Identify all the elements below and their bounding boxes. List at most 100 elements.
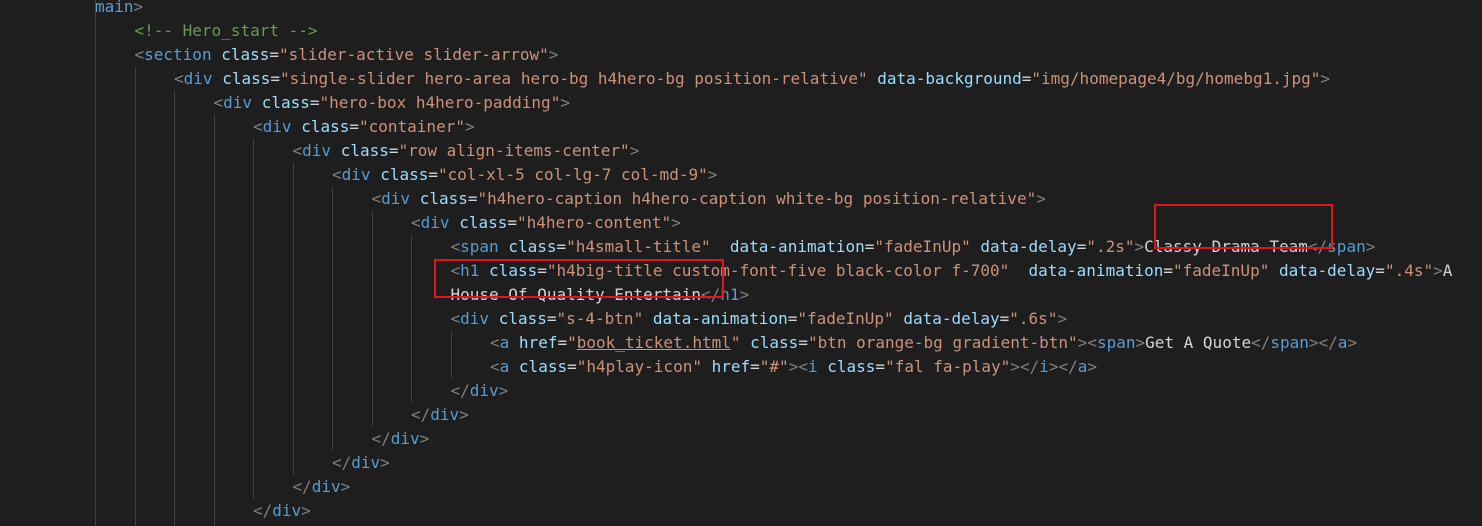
code-token: < xyxy=(253,117,263,136)
code-token: </ xyxy=(1251,333,1271,352)
code-token: a xyxy=(499,333,510,352)
highlight-box-big-title xyxy=(434,259,724,298)
code-token: > xyxy=(498,381,509,400)
code-line[interactable]: <div class="h4hero-caption h4hero-captio… xyxy=(372,187,1046,211)
code-token: <!-- Hero_start --> xyxy=(134,21,318,40)
code-token: data-animation xyxy=(652,309,788,328)
indent-guide xyxy=(332,187,333,451)
indent-guide xyxy=(134,67,136,526)
code-token: > xyxy=(301,501,311,520)
code-token: = xyxy=(999,309,1010,328)
code-line[interactable]: <a href="book_ticket.html" class="btn or… xyxy=(490,331,1357,355)
code-token: </ xyxy=(1019,357,1040,376)
code-token: > xyxy=(133,0,144,16)
code-line[interactable]: <!-- Hero_start --> xyxy=(135,19,318,43)
code-token: > xyxy=(1433,261,1443,280)
code-token: = xyxy=(467,189,478,208)
code-token: = xyxy=(750,357,760,376)
code-token: < xyxy=(490,357,500,376)
code-token: "slider-active slider-arrow" xyxy=(279,45,549,64)
code-editor[interactable]: main> <!-- Hero_start --> <section class="… xyxy=(0,0,1482,526)
code-token: href xyxy=(518,333,558,352)
code-line[interactable]: </div> xyxy=(451,379,509,403)
code-token: class xyxy=(261,93,310,112)
code-token: div xyxy=(341,165,371,184)
code-token: = xyxy=(787,309,798,328)
code-line[interactable]: <div class="hero-box h4hero-padding"> xyxy=(214,91,570,115)
code-token: "s-4-btn" xyxy=(556,309,644,328)
code-token: class xyxy=(750,333,799,352)
code-line[interactable]: </div> xyxy=(253,499,311,523)
code-token: < xyxy=(134,45,145,64)
code-token: div xyxy=(420,213,450,232)
code-line[interactable]: <div class="row align-items-center"> xyxy=(293,139,640,163)
code-line[interactable]: <a class="h4play-icon" href="#"><i class… xyxy=(490,355,1097,379)
code-token: > xyxy=(1320,69,1331,88)
indent-guide xyxy=(253,139,254,499)
code-token: ".6s" xyxy=(1009,309,1058,328)
code-token: > xyxy=(380,453,390,472)
code-token: = xyxy=(1021,69,1032,88)
code-token: </ xyxy=(1058,357,1078,376)
code-token: data-animation xyxy=(729,237,865,256)
code-token: class xyxy=(827,357,876,376)
code-token: div xyxy=(272,501,302,520)
code-token: = xyxy=(1163,261,1173,280)
code-line[interactable]: <section class="slider-active slider-arr… xyxy=(135,43,559,67)
code-token: span xyxy=(1270,333,1309,352)
code-token: = xyxy=(875,357,886,376)
code-token: </ xyxy=(253,501,273,520)
code-token: div xyxy=(430,405,460,424)
code-token: A xyxy=(1442,261,1453,280)
code-token: > xyxy=(671,213,681,232)
code-token: "btn orange-bg gradient-btn" xyxy=(807,333,1078,352)
code-token: class xyxy=(459,213,508,232)
code-token: = xyxy=(864,237,875,256)
code-line[interactable]: <div class="col-xl-5 col-lg-7 col-md-9"> xyxy=(332,163,717,187)
code-line[interactable]: main> xyxy=(95,0,143,19)
code-line[interactable]: </div> xyxy=(332,451,390,475)
code-token: > xyxy=(419,429,430,448)
code-token: = xyxy=(349,117,359,136)
code-token: < xyxy=(213,93,224,112)
code-token: < xyxy=(450,309,461,328)
code-token: > xyxy=(1365,237,1376,256)
code-token: ".2s" xyxy=(1086,237,1135,256)
code-token: </ xyxy=(411,405,431,424)
code-token: < xyxy=(798,357,808,376)
code-token: span xyxy=(1096,333,1136,352)
code-token: "single-slider hero-area hero-bg h4hero-… xyxy=(280,69,868,88)
code-token: > xyxy=(459,405,469,424)
code-line[interactable]: </div> xyxy=(293,475,351,499)
code-token: > xyxy=(739,285,750,304)
code-line[interactable]: <div class="single-slider hero-area hero… xyxy=(174,67,1330,91)
code-token: = xyxy=(1375,261,1385,280)
code-token: > xyxy=(1087,357,1098,376)
code-token: > xyxy=(548,45,559,64)
code-token: class xyxy=(222,69,271,88)
code-token: "fal fa-play" xyxy=(885,357,1011,376)
indent-guide xyxy=(292,163,294,475)
code-token: "container" xyxy=(359,117,465,136)
code-token: = xyxy=(567,357,577,376)
code-token: < xyxy=(332,165,342,184)
code-line[interactable]: <div class="h4hero-content"> xyxy=(411,211,681,235)
code-token: </ xyxy=(292,477,312,496)
code-line[interactable]: <div class="s-4-btn" data-animation="fad… xyxy=(451,307,1068,331)
code-line[interactable]: <div class="container"> xyxy=(253,115,475,139)
code-token: div xyxy=(302,141,332,160)
code-line[interactable]: </div> xyxy=(372,427,430,451)
code-token: = xyxy=(546,309,557,328)
code-line[interactable]: </div> xyxy=(411,403,469,427)
code-token: > xyxy=(560,93,570,112)
